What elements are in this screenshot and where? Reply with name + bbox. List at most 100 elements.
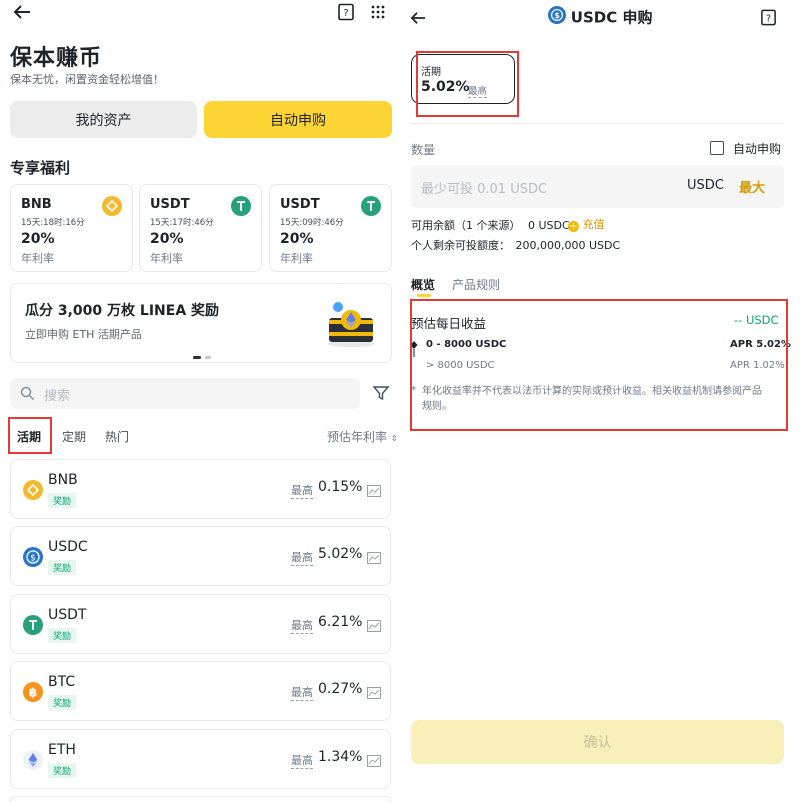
book-icon[interactable]: ? [760,9,777,30]
asset-name: ETH [48,742,76,758]
asset-apr: 0.27% [318,681,363,697]
reward-badge: 奖励 [48,695,77,710]
search-icon [20,386,35,405]
limit-label: 个人剩余可投额度： [411,239,510,252]
btc-coin-icon: ฿ [23,682,43,702]
recharge-link[interactable]: + 充值 [568,216,605,232]
asset-row-usdt[interactable]: USDT 奖励 最高 6.21% [10,594,391,654]
auto-subscribe-label[interactable]: 自动申购 [733,140,781,157]
bnb-coin-icon [23,480,43,500]
usdc-coin-icon: $ [547,6,566,28]
reward-badge: 奖励 [48,493,77,508]
usdt-coin-icon [231,196,251,216]
carousel-dot-active[interactable] [193,356,201,359]
perks-title: 专享福利 [10,159,71,177]
sort-by-apr[interactable]: 预估年利率 ⇕ [327,428,398,445]
auto-subscribe-checkbox[interactable] [710,141,724,155]
tab-overview[interactable]: 概览 [411,276,435,293]
usdc-coin-icon: $ [23,547,43,567]
chart-icon[interactable] [367,482,381,501]
chart-icon[interactable] [367,617,381,636]
asset-name: USDT [48,607,87,623]
high-label: 最高 [291,754,313,769]
promo-banner[interactable]: 瓜分 3,000 万枚 LINEA 奖励 立即申购 ETH 活期产品 [10,283,392,363]
plus-circle-icon: + [568,221,579,232]
svg-text:฿: ฿ [29,686,37,700]
banner-title: 瓜分 3,000 万枚 LINEA 奖励 [25,303,220,319]
chart-icon[interactable] [367,549,381,568]
my-assets-button[interactable]: 我的资产 [10,101,197,138]
asset-apr: 6.21% [318,614,363,630]
asset-row-eth[interactable]: ETH 奖励 最高 1.34% [10,729,391,789]
perk-asset: USDT [280,197,320,212]
perk-countdown: 15天:18时:16分 [21,218,85,228]
reward-badge: 奖励 [48,628,77,643]
asset-apr: 5.02% [318,546,363,562]
title-text: USDC 申购 [570,8,653,27]
perk-apr-label: 年利率 [280,252,313,265]
perk-card-usdt-2[interactable]: USDT 15天:09时:46分 20% 年利率 [269,184,392,272]
high-label: 最高 [291,551,313,566]
bnb-coin-icon [102,196,122,216]
page-title: 保本赚币 [10,46,103,71]
page-subtitle: 保本无忧，闲置资金轻松增值！ [10,73,164,86]
subscribe-panel: $ USDC 申购 ? 活期 5.02% 最高 数量 自动申购 最少可投 0.0… [400,0,800,802]
perk-apr-label: 年利率 [150,252,183,265]
perk-card-bnb[interactable]: BNB 15天:18时:16分 20% 年利率 [10,184,133,272]
high-label: 最高 [291,484,313,499]
asset-row-bnb[interactable]: BNB 奖励 最高 0.15% [10,459,391,519]
reward-badge: 奖励 [48,560,77,575]
search-placeholder: 搜索 [44,389,71,404]
max-button[interactable]: 最大 [739,177,765,196]
asset-name: BNB [48,472,78,488]
search-input[interactable]: 搜索 [10,378,360,409]
perk-apr: 20% [150,231,184,247]
available-value: 0 USDC [528,219,570,232]
banner-subtitle: 立即申购 ETH 活期产品 [25,328,142,341]
amount-input[interactable]: 最少可投 0.01 USDC USDC 最大 [411,165,784,208]
sort-label: 预估年利率 [327,430,388,444]
perk-apr: 20% [280,231,314,247]
perk-apr-label: 年利率 [21,252,54,265]
usdt-coin-icon [23,615,43,635]
asset-row-btc[interactable]: ฿ BTC 奖励 最高 0.27% [10,661,391,721]
highlight-box-apr [416,51,519,117]
book-icon[interactable]: ? [337,3,355,25]
grid-menu-icon[interactable] [370,4,386,24]
svg-text:$: $ [554,10,560,20]
quantity-label: 数量 [411,143,436,157]
chart-icon[interactable] [367,684,381,703]
perk-asset: USDT [150,197,190,212]
asset-name: BTC [48,674,76,690]
page-title: $ USDC 申购 [400,6,800,28]
sort-icon: ⇕ [390,434,398,443]
perk-card-usdt-1[interactable]: USDT 15天:17时:46分 20% 年利率 [139,184,262,272]
carousel-dot[interactable] [205,356,211,359]
tab-product-rules[interactable]: 产品规则 [452,276,500,293]
svg-text:?: ? [343,8,348,19]
asset-apr: 1.34% [318,749,363,765]
high-label: 最高 [291,619,313,634]
eth-coin-icon [23,750,43,770]
usdt-coin-icon [361,196,381,216]
treasure-chest-icon [323,298,379,352]
high-label: 最高 [291,686,313,701]
back-arrow-icon[interactable] [12,4,32,24]
confirm-button[interactable]: 确认 [411,720,784,764]
tab-hot[interactable]: 热门 [105,428,129,445]
perk-countdown: 15天:17时:46分 [150,218,214,228]
auto-subscribe-button[interactable]: 自动申购 [204,101,392,138]
filter-icon[interactable] [372,385,390,405]
limit-value: 200,000,000 USDC [515,239,621,252]
reward-badge: 奖励 [48,763,77,778]
tab-locked[interactable]: 定期 [62,428,86,445]
tab-underline [417,294,431,297]
chart-icon[interactable] [367,752,381,771]
earn-home-panel: ? 保本赚币 保本无忧，闲置资金轻松增值！ 我的资产 自动申购 专享福利 BNB… [0,0,400,802]
amount-placeholder: 最少可投 0.01 USDC [421,182,548,197]
asset-row-usdc[interactable]: $ USDC 奖励 最高 5.02% [10,526,391,586]
perk-countdown: 15天:09时:46分 [280,218,344,228]
tab-flexible[interactable]: 活期 [17,428,41,445]
highlight-box-overview [410,299,788,431]
asset-name: USDC [48,539,88,555]
